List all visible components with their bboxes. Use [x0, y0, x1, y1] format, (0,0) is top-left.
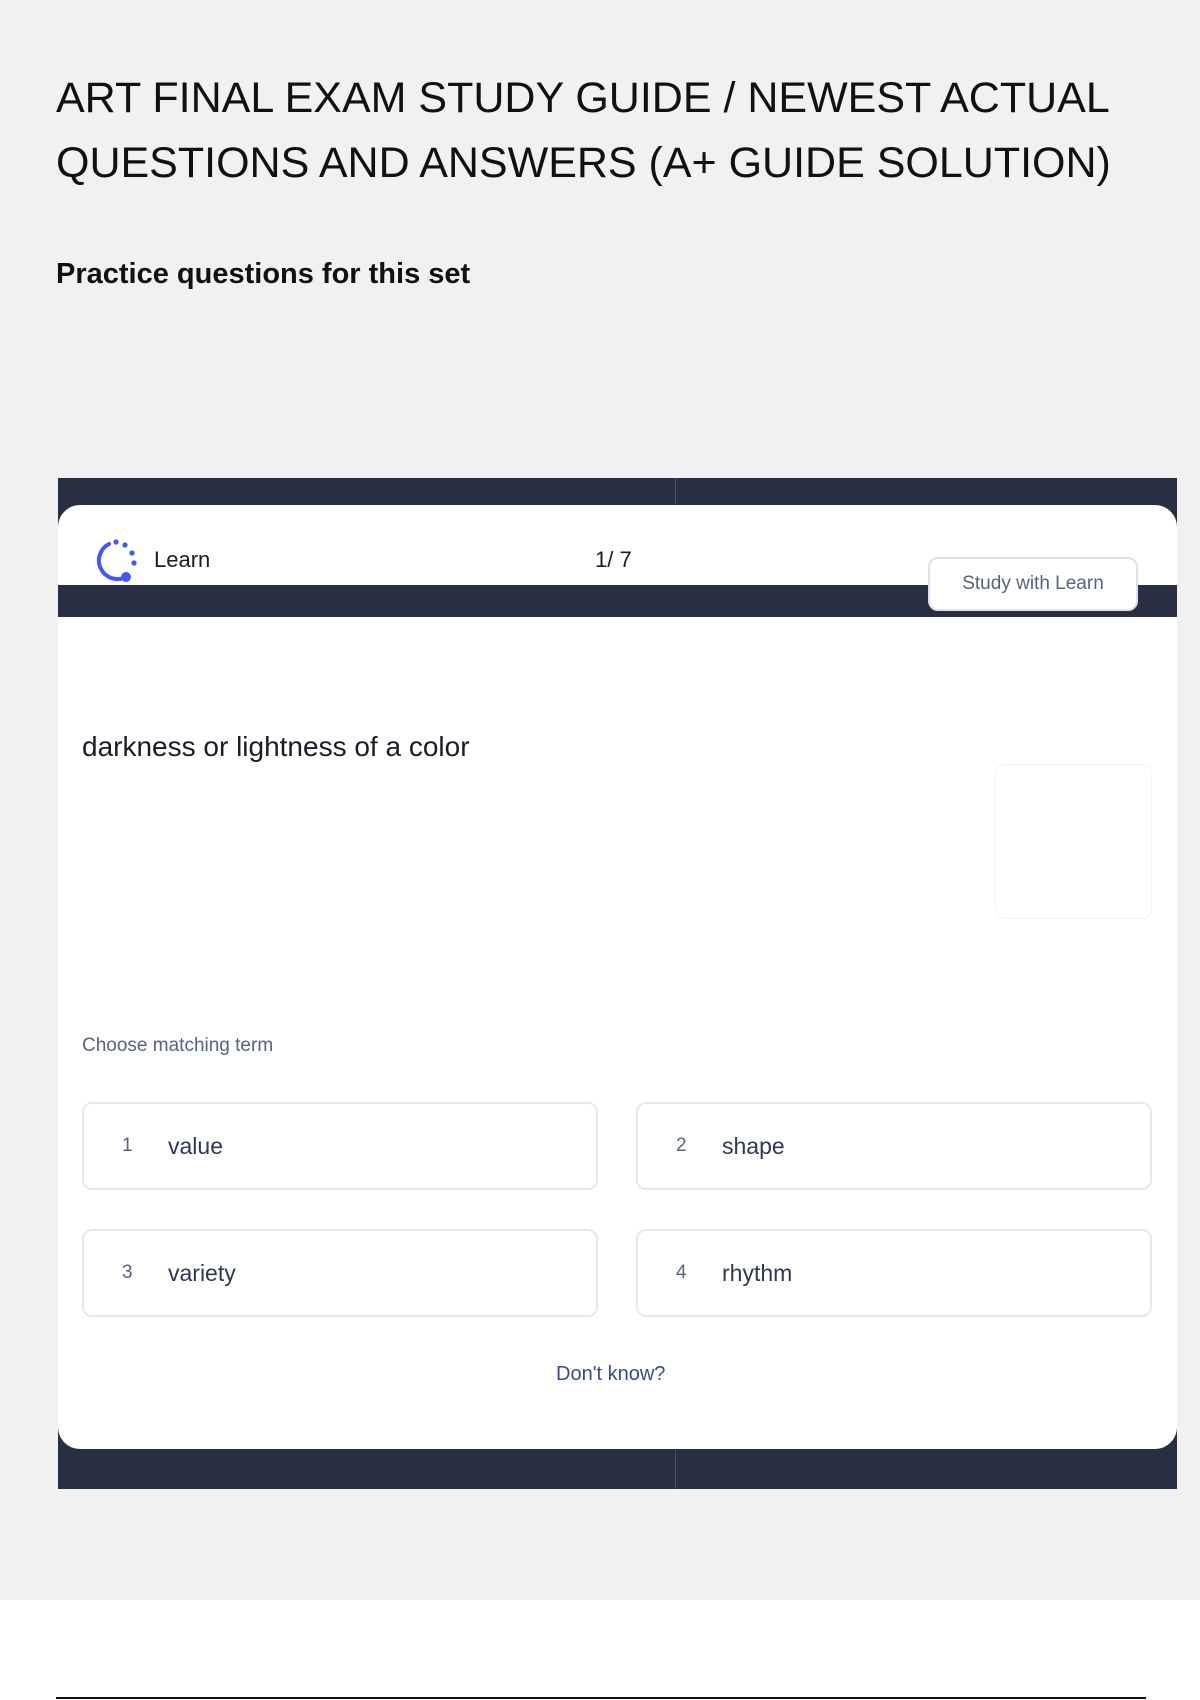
frame-divider-top: [675, 478, 676, 505]
option-label: variety: [168, 1260, 236, 1286]
question-counter: 1/ 7: [595, 547, 632, 572]
answer-option-3[interactable]: 3 variety: [82, 1229, 598, 1317]
answer-option-4[interactable]: 4 rhythm: [636, 1229, 1152, 1317]
learn-icon: [96, 539, 137, 582]
question-term: darkness or lightness of a color: [82, 731, 470, 762]
dont-know-link[interactable]: Don't know?: [556, 1363, 665, 1386]
document-title: ART FINAL EXAM STUDY GUIDE / NEWEST ACTU…: [56, 74, 1111, 187]
option-label: rhythm: [722, 1260, 793, 1286]
study-with-learn-button[interactable]: Study with Learn: [928, 557, 1138, 611]
learn-label: Learn: [154, 547, 211, 572]
page-footer-rule: [56, 1697, 1146, 1699]
learn-widget: Learn 1/ 7 Study with Learn darkness or …: [58, 478, 1177, 1489]
option-number: 2: [676, 1135, 687, 1156]
option-number: 4: [676, 1262, 687, 1283]
option-label: value: [168, 1133, 223, 1159]
term-image-placeholder: [995, 764, 1152, 919]
section-subtitle: Practice questions for this set: [56, 258, 471, 290]
question-card: darkness or lightness of a color Choose …: [58, 617, 1177, 1449]
option-number: 3: [122, 1262, 133, 1283]
question-prompt: Choose matching term: [82, 1035, 274, 1056]
option-label: shape: [722, 1133, 785, 1159]
widget-header: Learn 1/ 7 Study with Learn: [58, 505, 1177, 611]
answer-option-2[interactable]: 2 shape: [636, 1102, 1152, 1190]
frame-divider-bottom: [675, 1449, 676, 1489]
option-number: 1: [122, 1135, 133, 1156]
answer-option-1[interactable]: 1 value: [82, 1102, 598, 1190]
